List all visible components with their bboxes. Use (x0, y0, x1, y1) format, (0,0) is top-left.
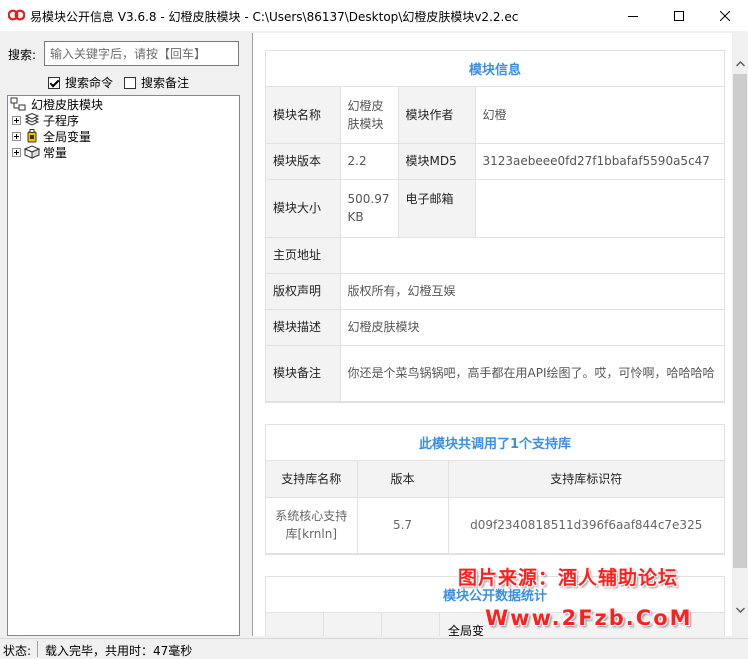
window-title: 易模块公开信息 V3.6.8 - 幻橙皮肤模块 - C:\Users\86137… (30, 10, 519, 24)
column-header: 支持库名称 (266, 461, 358, 498)
info-row: 版权声明 版权所有，幻橙互娱 (266, 272, 724, 310)
info-value: 幻橙 (474, 87, 724, 144)
app-logo-icon (8, 9, 25, 21)
libraries-title: 此模块共调用了1个支持库 (266, 425, 724, 461)
module-tree[interactable]: 幻橙皮肤模块 子程序 全局变量 常量 (7, 95, 240, 636)
libraries-card: 此模块共调用了1个支持库 支持库名称 版本 支持库标识符 系统核心支持库[krn… (265, 424, 725, 555)
info-key: 模块版本 (266, 142, 341, 180)
search-commands-checkbox[interactable]: 搜索命令 (48, 74, 113, 91)
tree-item-label: 子程序 (43, 113, 80, 128)
info-row: 模块备注 你还是个菜鸟锅锅吧，高手都在用API绘图了。哎，可怜啊，哈哈哈哈 (266, 344, 724, 402)
libraries-header-row: 支持库名称 版本 支持库标识符 (266, 461, 724, 498)
libraries-table: 支持库名称 版本 支持库标识符 系统核心支持库[krnln] 5.7 d09f2… (266, 461, 724, 554)
watermark-url: Www.2Fzb.CoM (485, 606, 693, 630)
info-value: 幻橙皮肤模块 (339, 87, 399, 144)
minimize-icon (628, 15, 638, 17)
info-key: 主页地址 (266, 236, 341, 274)
info-value: 你还是个菜鸟锅锅吧，高手都在用API绘图了。哎，可怜啊，哈哈哈哈 (339, 344, 724, 402)
info-panel[interactable]: 模块信息 模块名称 幻橙皮肤模块 模块作者 幻橙 模块版本 2.2 模块MD5 … (252, 33, 732, 636)
search-remarks-checkbox[interactable]: 搜索备注 (124, 74, 189, 91)
scroll-down-button[interactable] (732, 601, 748, 618)
checkbox-label: 搜索备注 (141, 76, 190, 90)
scroll-up-button[interactable] (732, 55, 748, 72)
module-info-title: 模块信息 (266, 51, 724, 87)
app-window: 易模块公开信息 V3.6.8 - 幻橙皮肤模块 - C:\Users\86137… (0, 0, 748, 658)
chevron-down-icon (735, 606, 745, 613)
info-key: 模块MD5 (397, 142, 476, 180)
constant-icon (24, 145, 40, 159)
maximize-button[interactable] (656, 0, 702, 31)
info-value (474, 178, 724, 238)
tree-root[interactable]: 幻橙皮肤模块 (10, 96, 103, 112)
subroutine-icon (24, 113, 40, 127)
title-bar[interactable]: 易模块公开信息 V3.6.8 - 幻橙皮肤模块 - C:\Users\86137… (0, 0, 748, 31)
search-input[interactable] (44, 41, 239, 66)
maximize-icon (674, 10, 684, 21)
expand-icon[interactable] (12, 147, 21, 157)
column-header: 支持库标识符 (447, 461, 724, 498)
info-row: 模块版本 2.2 模块MD5 3123aebeee0fd27f1bbafaf55… (266, 142, 724, 180)
module-icon (10, 97, 28, 111)
library-id: d09f2340818511d396f6aaf844c7e325 (447, 496, 724, 554)
close-button[interactable] (702, 0, 748, 31)
close-icon (720, 10, 730, 21)
module-info-card: 模块信息 模块名称 幻橙皮肤模块 模块作者 幻橙 模块版本 2.2 模块MD5 … (265, 50, 725, 403)
info-value (339, 236, 724, 274)
info-value: 2.2 (339, 142, 399, 180)
status-text: 载入完毕，共用时：47毫秒 (45, 644, 193, 658)
library-version: 5.7 (356, 496, 449, 554)
info-key: 版权声明 (266, 272, 341, 310)
watermark-source: 图片来源：酒人辅助论坛 (458, 567, 679, 589)
search-label: 搜索: (8, 48, 37, 62)
tree-root-label: 幻橙皮肤模块 (31, 97, 104, 112)
info-value: 500.97 KB (339, 178, 399, 238)
info-key: 模块描述 (266, 308, 341, 346)
info-value: 版权所有，幻橙互娱 (339, 272, 724, 310)
module-info-table: 模块名称 幻橙皮肤模块 模块作者 幻橙 模块版本 2.2 模块MD5 3123a… (266, 87, 724, 402)
checkbox-checked-icon (48, 76, 60, 89)
info-key: 电子邮箱 (397, 178, 476, 238)
library-name: 系统核心支持库[krnln] (266, 496, 358, 554)
info-value: 3123aebeee0fd27f1bbafaf5590a5c47 (474, 142, 724, 180)
chevron-up-icon (735, 60, 745, 67)
info-row: 模块描述 幻橙皮肤模块 (266, 308, 724, 346)
info-key: 模块备注 (266, 344, 341, 402)
info-row: 模块大小 500.97 KB 电子邮箱 (266, 178, 724, 238)
info-row: 主页地址 (266, 236, 724, 274)
tree-item-global-variables[interactable]: 全局变量 (12, 128, 91, 144)
tree-item-label: 常量 (43, 145, 68, 160)
status-bar: 状态: 载入完毕，共用时：47毫秒 (0, 638, 748, 658)
tree-item-subroutines[interactable]: 子程序 (12, 112, 79, 128)
info-key: 模块大小 (266, 178, 341, 238)
info-key: 模块名称 (266, 87, 341, 144)
global-variable-icon (24, 129, 40, 143)
info-key: 模块作者 (397, 87, 476, 144)
expand-icon[interactable] (12, 115, 21, 125)
info-row: 模块名称 幻橙皮肤模块 模块作者 幻橙 (266, 87, 724, 144)
tree-item-constants[interactable]: 常量 (12, 144, 67, 160)
tree-item-label: 全局变量 (43, 129, 92, 144)
minimize-button[interactable] (610, 0, 656, 31)
checkbox-label: 搜索命令 (65, 76, 114, 90)
checkbox-unchecked-icon (124, 76, 136, 89)
vertical-scrollbar[interactable] (732, 33, 748, 636)
info-value: 幻橙皮肤模块 (339, 308, 724, 346)
status-divider (37, 641, 38, 657)
table-row: 系统核心支持库[krnln] 5.7 d09f2340818511d396f6a… (266, 496, 724, 554)
scrollbar-thumb[interactable] (733, 74, 747, 568)
expand-icon[interactable] (12, 131, 21, 141)
status-label: 状态: (3, 644, 32, 658)
column-header: 版本 (356, 461, 449, 498)
